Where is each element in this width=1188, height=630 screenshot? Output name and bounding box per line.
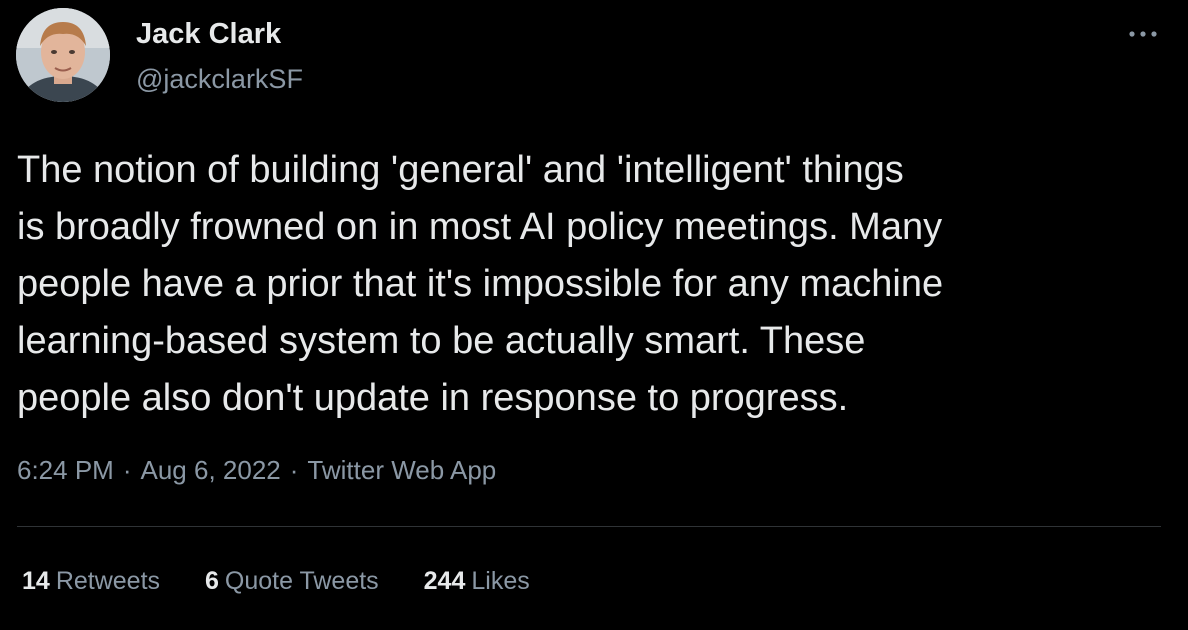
tweet-text: The notion of building 'general' and 'in…: [17, 142, 1177, 427]
retweets-stat[interactable]: 14 Retweets: [22, 567, 160, 596]
divider: [17, 526, 1161, 527]
author-handle[interactable]: @jackclarkSF: [136, 64, 303, 95]
likes-stat[interactable]: 244 Likes: [424, 567, 530, 596]
quote-tweets-count: 6: [204, 567, 219, 595]
author-name[interactable]: Jack Clark: [136, 18, 281, 51]
tweet-meta: 6:24 PM · Aug 6, 2022 · Twitter Web App: [17, 455, 496, 486]
meta-separator: ·: [122, 455, 132, 485]
quote-tweets-label: Quote Tweets: [224, 567, 379, 595]
tweet-text-line: is broadly frowned on in most AI policy …: [17, 206, 943, 248]
likes-count: 244: [423, 567, 466, 595]
meta-separator: ·: [289, 455, 299, 485]
avatar-photo-icon: [16, 8, 110, 102]
tweet-text-line: people also don't update in response to …: [17, 377, 849, 419]
tweet-text-line: learning-based system to be actually sma…: [17, 320, 866, 362]
tweet-time[interactable]: 6:24 PM: [17, 455, 114, 485]
retweets-count: 14: [22, 567, 50, 595]
tweet-card: Jack Clark @jackclarkSF The notion of bu…: [0, 0, 1188, 630]
likes-label: Likes: [471, 567, 530, 595]
tweet-text-line: people have a prior that it's impossible…: [17, 263, 944, 305]
tweet-source[interactable]: Twitter Web App: [307, 455, 496, 485]
retweets-label: Retweets: [55, 567, 161, 595]
tweet-stats: 14 Retweets 6 Quote Tweets 244 Likes: [22, 567, 568, 596]
avatar[interactable]: [16, 8, 110, 102]
tweet-text-line: The notion of building 'general' and 'in…: [17, 149, 904, 191]
tweet-date[interactable]: Aug 6, 2022: [141, 455, 281, 485]
quote-tweets-stat[interactable]: 6 Quote Tweets: [205, 567, 379, 596]
more-horizontal-icon[interactable]: [1126, 24, 1160, 44]
